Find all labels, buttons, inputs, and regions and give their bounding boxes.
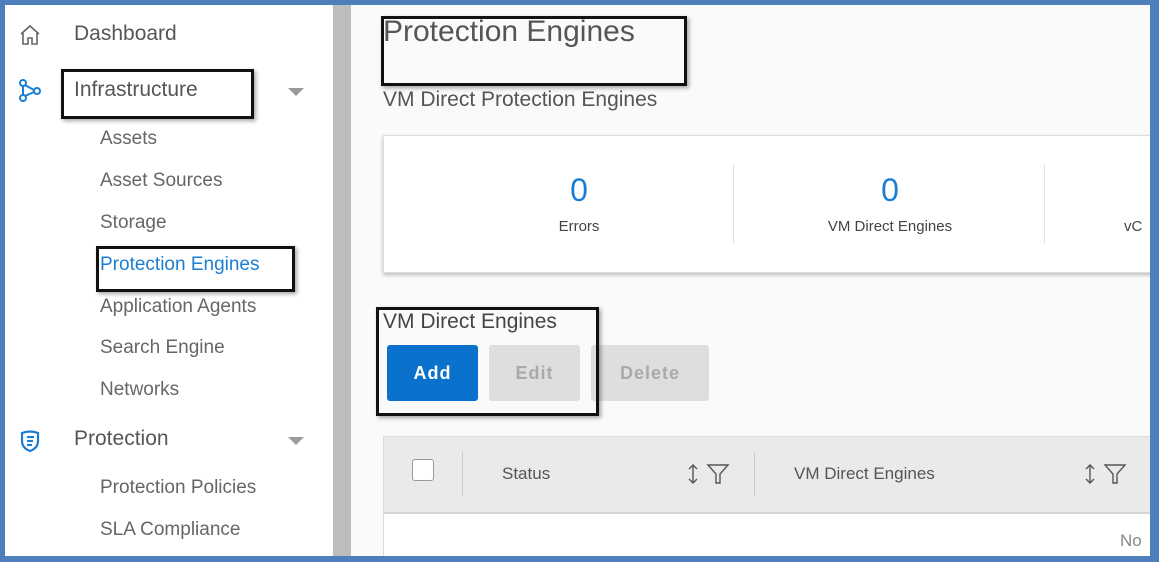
sidebar-item-asset-sources[interactable]: Asset Sources <box>100 170 223 192</box>
stat-value: 0 <box>881 172 899 208</box>
frame-border <box>0 556 1159 562</box>
sidebar-item-networks[interactable]: Networks <box>100 379 179 401</box>
shield-icon <box>20 430 40 453</box>
column-header-status[interactable]: Status <box>502 464 550 484</box>
frame-border <box>1150 0 1159 562</box>
summary-card: 0 Errors 0 VM Direct Engines vC <box>383 135 1159 273</box>
divider <box>733 164 734 244</box>
page-title: Protection Engines <box>383 15 635 48</box>
stat-label: Errors <box>558 218 600 235</box>
sidebar-item-storage[interactable]: Storage <box>100 212 167 234</box>
sidebar-item-sla-compliance[interactable]: SLA Compliance <box>100 519 240 541</box>
filter-icon[interactable] <box>1103 462 1127 486</box>
sidebar-scrollbar[interactable] <box>333 5 351 556</box>
column-separator <box>754 452 755 496</box>
delete-button[interactable]: Delete <box>591 345 709 401</box>
stat-label: VM Direct Engines <box>827 218 953 235</box>
sidebar-item-application-agents[interactable]: Application Agents <box>100 296 256 318</box>
infrastructure-nodes-icon <box>19 79 41 102</box>
sidebar-item-dashboard[interactable]: Dashboard <box>74 22 177 46</box>
sidebar-item-protection-policies[interactable]: Protection Policies <box>100 477 256 499</box>
stat-vm-direct-engines[interactable]: 0 VM Direct Engines <box>735 136 1045 272</box>
chevron-down-icon[interactable] <box>288 437 304 445</box>
add-button[interactable]: Add <box>387 345 478 401</box>
sidebar-item-assets[interactable]: Assets <box>100 128 157 150</box>
sidebar: Dashboard Infrastructure Assets Asset So… <box>5 5 332 556</box>
edit-button[interactable]: Edit <box>489 345 580 401</box>
empty-table-message: No <box>1120 531 1142 550</box>
sidebar-item-search-engine[interactable]: Search Engine <box>100 337 225 359</box>
stat-value: 0 <box>570 172 588 208</box>
sort-icon[interactable] <box>1081 462 1099 486</box>
section-title: VM Direct Engines <box>383 310 557 333</box>
sidebar-item-protection-engines[interactable]: Protection Engines <box>100 254 260 276</box>
column-header-vm-direct-engines[interactable]: VM Direct Engines <box>794 464 935 484</box>
stat-errors[interactable]: 0 Errors <box>424 136 734 272</box>
page-subtitle: VM Direct Protection Engines <box>383 88 658 111</box>
chevron-down-icon[interactable] <box>288 88 304 96</box>
vm-direct-engines-table: Status VM Direct Engines No <box>383 436 1159 558</box>
select-all-checkbox[interactable] <box>412 459 434 481</box>
divider <box>1044 164 1045 244</box>
column-separator <box>462 452 463 496</box>
sort-icon[interactable] <box>684 462 702 486</box>
table-header: Status VM Direct Engines <box>384 437 1159 514</box>
sidebar-item-protection[interactable]: Protection <box>74 427 169 451</box>
filter-icon[interactable] <box>706 462 730 486</box>
sidebar-item-infrastructure[interactable]: Infrastructure <box>74 78 198 102</box>
home-icon <box>20 24 40 45</box>
